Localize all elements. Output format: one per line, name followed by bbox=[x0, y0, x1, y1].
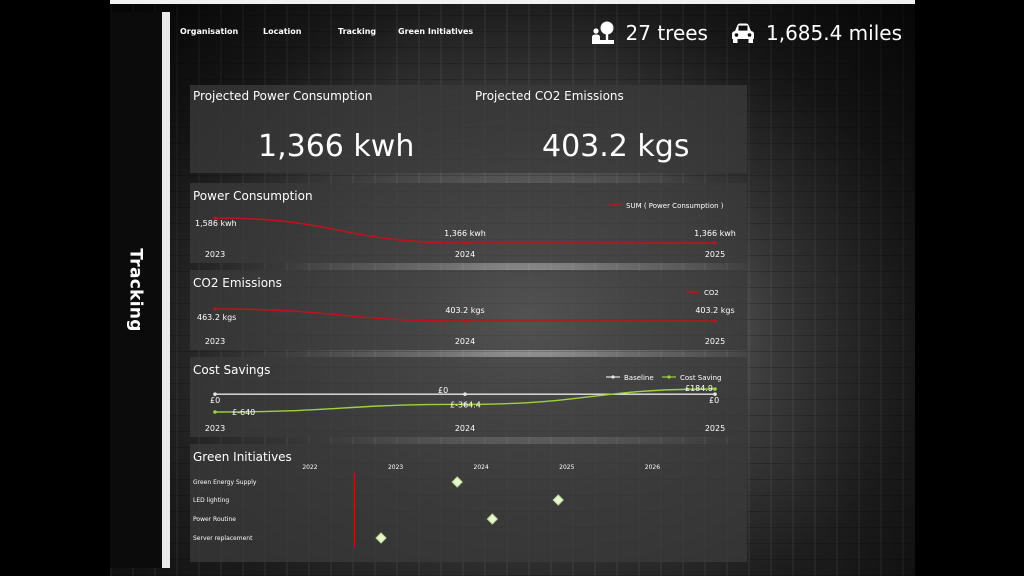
legend-label: CO2 bbox=[704, 289, 719, 297]
top-border bbox=[110, 0, 915, 4]
initiative-marker bbox=[451, 476, 463, 488]
x-tick-label: 2025 bbox=[559, 464, 574, 471]
data-point bbox=[713, 387, 717, 391]
legend-label: Cost Saving bbox=[680, 374, 722, 382]
kpi-co2-value: 403.2 kgs bbox=[542, 129, 690, 164]
initiatives-chart: 2022 2023 2024 2025 2026 Green Energy Supply L… bbox=[193, 464, 660, 547]
data-label: £0 bbox=[709, 396, 719, 405]
power-chart: 2023 2024 2025 1,586 kwh 1,366 kwh 1,366 kwh S… bbox=[195, 202, 736, 259]
data-label: £-364.4 bbox=[450, 400, 481, 409]
x-tick-label: 2024 bbox=[455, 337, 475, 346]
power-chart-panel: Power Consumption 2023 2024 2025 1,586 kwh 1… bbox=[190, 183, 747, 263]
x-tick-label: 2022 bbox=[302, 464, 317, 471]
cost-chart-panel: Cost Savings 2023 2024 2025 £0 £0 £0 £-640 £-36… bbox=[190, 357, 747, 437]
x-tick-label: 2023 bbox=[205, 250, 225, 259]
nav-location[interactable]: Location bbox=[263, 27, 302, 36]
data-point bbox=[213, 410, 217, 414]
category-label: Server replacement bbox=[193, 535, 253, 542]
data-label: 1,366 kwh bbox=[694, 229, 736, 238]
cost-chart: 2023 2024 2025 £0 £0 £0 £-640 £-364.4 £184.9 Base… bbox=[205, 374, 725, 433]
miles-stat: 1,685.4 miles bbox=[730, 21, 902, 45]
x-tick-label: 2026 bbox=[645, 464, 660, 471]
x-tick-label: 2024 bbox=[455, 424, 475, 433]
trees-value: 27 trees bbox=[625, 21, 708, 45]
initiative-marker bbox=[486, 513, 499, 525]
kpi-power-value: 1,366 kwh bbox=[258, 129, 415, 164]
x-tick-label: 2025 bbox=[705, 337, 725, 346]
data-label: 1,366 kwh bbox=[444, 229, 486, 238]
data-label: 463.2 kgs bbox=[197, 313, 236, 322]
kpi-panel: Projected Power Consumption 1,366 kwh Pr… bbox=[190, 85, 747, 173]
initiative-marker bbox=[552, 494, 564, 506]
data-label: 403.2 kgs bbox=[695, 306, 734, 315]
x-tick-label: 2023 bbox=[388, 464, 403, 471]
x-tick-label: 2024 bbox=[455, 250, 475, 259]
data-point bbox=[463, 392, 467, 396]
legend-label: Baseline bbox=[624, 374, 654, 382]
data-point bbox=[213, 307, 217, 311]
x-tick-label: 2025 bbox=[705, 250, 725, 259]
x-tick-label: 2025 bbox=[705, 424, 725, 433]
x-tick-label: 2023 bbox=[205, 337, 225, 346]
data-point bbox=[713, 319, 717, 323]
side-title: Tracking bbox=[118, 240, 154, 340]
legend-label: SUM ( Power Consumption ) bbox=[626, 202, 724, 210]
initiative-marker bbox=[375, 532, 387, 544]
x-tick-label: 2023 bbox=[205, 424, 225, 433]
data-point bbox=[463, 241, 467, 245]
data-label: £184.9 bbox=[685, 384, 713, 393]
kpi-co2-title: Projected CO2 Emissions bbox=[475, 89, 624, 103]
legend-marker bbox=[691, 290, 695, 294]
trees-stat: 27 trees bbox=[590, 20, 708, 46]
data-label: 1,586 kwh bbox=[195, 219, 237, 228]
kpi-power-title: Projected Power Consumption bbox=[193, 89, 373, 103]
data-label: £-640 bbox=[232, 408, 255, 417]
stats-bar: 27 trees 1,685.4 miles bbox=[590, 18, 902, 48]
tree-person-icon bbox=[591, 21, 614, 44]
data-label: 403.2 kgs bbox=[445, 306, 484, 315]
legend-marker bbox=[667, 375, 671, 379]
x-tick-label: 2024 bbox=[474, 464, 489, 471]
miles-value: 1,685.4 miles bbox=[765, 21, 902, 45]
side-rail-accent bbox=[162, 12, 170, 568]
data-label: £0 bbox=[438, 386, 448, 395]
co2-chart-panel: CO2 Emissions 2023 2024 2025 463.2 kgs 403.2… bbox=[190, 270, 747, 350]
category-label: Green Energy Supply bbox=[193, 479, 257, 486]
car-icon bbox=[731, 23, 754, 43]
data-point bbox=[713, 241, 717, 245]
category-label: LED lighting bbox=[193, 497, 229, 504]
screen: Tracking Organisation Location Tracking … bbox=[0, 0, 1024, 576]
category-label: Power Routine bbox=[193, 516, 236, 523]
initiatives-chart-panel: Green Initiatives 2022 2023 2024 2025 2026 Gr… bbox=[190, 444, 747, 562]
co2-chart: 2023 2024 2025 463.2 kgs 403.2 kgs 403.2 kgs C… bbox=[197, 289, 735, 346]
legend-marker bbox=[613, 203, 617, 207]
legend-marker bbox=[611, 375, 615, 379]
data-label: £0 bbox=[210, 396, 220, 405]
side-title-text: Tracking bbox=[126, 248, 146, 332]
nav-organisation[interactable]: Organisation bbox=[180, 27, 238, 36]
nav-green-initiatives[interactable]: Green Initiatives bbox=[398, 27, 473, 36]
data-point bbox=[463, 319, 467, 323]
nav-tracking[interactable]: Tracking bbox=[338, 27, 376, 36]
